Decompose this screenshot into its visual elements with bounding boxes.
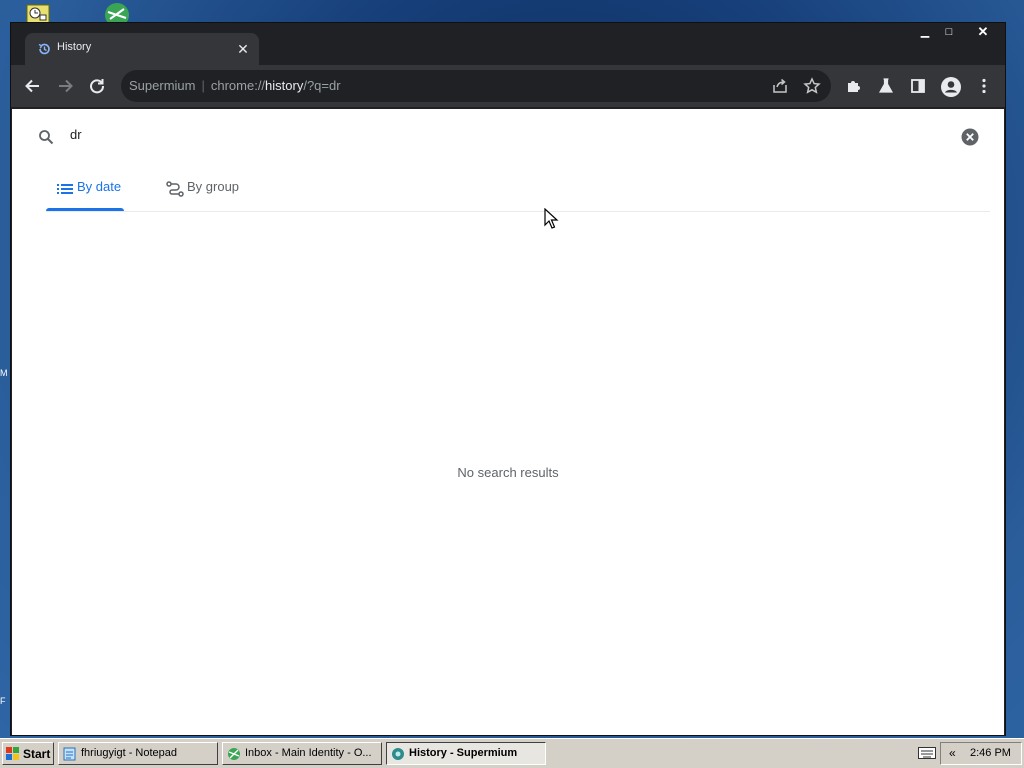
desktop-edge-letter-m: M (0, 368, 8, 378)
mouse-cursor-icon (544, 208, 559, 229)
tab-by-group-label: By group (187, 179, 240, 194)
arrow-left-icon (25, 79, 39, 93)
menu-button[interactable] (971, 73, 997, 99)
forward-button[interactable] (52, 73, 78, 99)
taskbar-item-label: Inbox - Main Identity - O... (245, 747, 372, 759)
tabs-divider (46, 211, 990, 212)
start-label: Start (23, 747, 51, 761)
tab-by-group[interactable]: By group (156, 171, 266, 211)
browser-window: History ✕ ▁ □ ✕ Supermium | chrome://histo… (10, 22, 1006, 736)
omnibox-path: /?q=dr (303, 78, 341, 93)
omnibox-separator: | (201, 78, 205, 93)
taskbar-item-notepad[interactable]: fhriugyigt - Notepad (58, 742, 218, 765)
taskbar-item-outlook-express[interactable]: Inbox - Main Identity - O... (222, 742, 382, 765)
history-icon (37, 42, 51, 56)
labs-button[interactable] (873, 73, 899, 99)
outlook-express-desktop-icon[interactable] (102, 2, 129, 27)
outlook-express-icon (228, 748, 240, 760)
avatar-icon (941, 77, 961, 97)
supermium-icon (392, 748, 404, 760)
side-panel-icon (911, 79, 925, 93)
journeys-icon (166, 181, 184, 197)
reload-button[interactable] (84, 73, 110, 99)
browser-toolbar: Supermium | chrome://history/?q=dr (11, 65, 1005, 107)
start-button[interactable]: Start (2, 742, 54, 765)
taskbar-item-label: fhriugyigt - Notepad (81, 747, 177, 759)
profile-button[interactable] (937, 73, 963, 99)
omnibox-app-name: Supermium (129, 78, 196, 93)
list-icon (57, 184, 73, 194)
windows-logo-icon (6, 747, 19, 760)
address-bar[interactable]: Supermium | chrome://history/?q=dr (121, 70, 831, 102)
history-search-input[interactable]: dr (70, 127, 82, 142)
desktop-edge-letter-f: F (0, 696, 6, 706)
reload-icon (90, 79, 105, 94)
search-icon (38, 129, 54, 150)
tab-by-date-label: By date (77, 179, 122, 194)
flask-icon (878, 78, 894, 93)
window-close-button[interactable]: ✕ (969, 23, 997, 41)
clock[interactable]: 2:46 PM (970, 747, 1011, 759)
star-icon (803, 77, 821, 94)
omnibox-scheme: chrome:// (210, 78, 266, 93)
empty-results-message: No search results (457, 465, 559, 480)
arrow-right-icon (59, 79, 73, 93)
clear-search-icon[interactable] (961, 128, 979, 146)
tab-history[interactable]: History ✕ (25, 33, 259, 65)
tab-by-date[interactable]: By date (46, 171, 132, 211)
tray-expand-button[interactable]: « (949, 746, 956, 760)
address-text: Supermium | chrome://history/?q=dr (129, 78, 341, 93)
back-button[interactable] (20, 73, 46, 99)
keyboard-icon[interactable] (918, 747, 936, 759)
window-minimize-button[interactable]: ▁ (913, 23, 937, 41)
window-maximize-button[interactable]: □ (937, 23, 961, 41)
extensions-button[interactable] (841, 73, 867, 99)
taskbar: Start fhriugyigt - Notepad Inbox - Main … (0, 738, 1024, 768)
history-page: dr By date By group No search results (12, 109, 1004, 735)
notepad-icon (63, 747, 76, 761)
bookmark-button[interactable] (799, 73, 825, 99)
puzzle-icon (848, 81, 860, 92)
system-tray: « 2:46 PM (940, 742, 1022, 765)
tab-close-icon[interactable]: ✕ (233, 39, 253, 59)
more-vert-icon (982, 78, 986, 94)
tab-title: History (57, 41, 92, 53)
title-bar: History ✕ ▁ □ ✕ (11, 23, 1005, 65)
taskbar-item-label: History - Supermium (409, 747, 518, 759)
taskbar-item-supermium[interactable]: History - Supermium (386, 742, 546, 765)
share-icon (773, 78, 787, 93)
side-panel-button[interactable] (905, 73, 931, 99)
omnibox-host: history (265, 78, 304, 93)
share-button[interactable] (767, 73, 793, 99)
